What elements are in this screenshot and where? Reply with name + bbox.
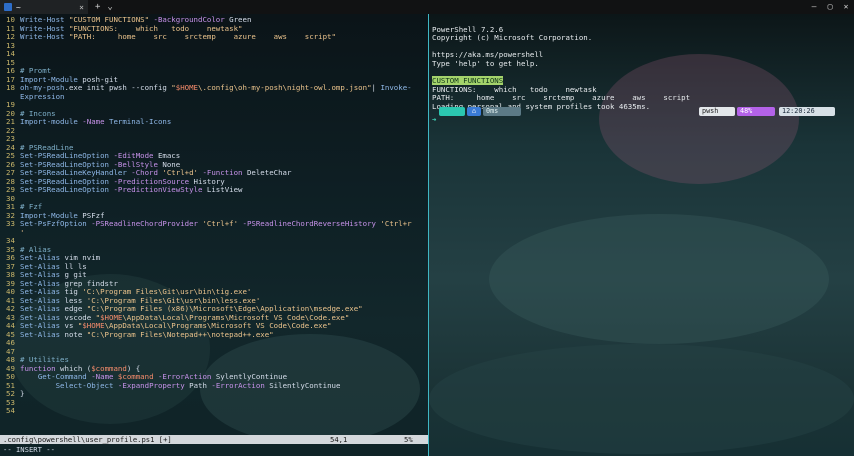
line-number: 33: [6, 219, 15, 228]
code-token: Terminal-Icons: [104, 117, 172, 126]
code-line[interactable]: 13: [6, 41, 412, 51]
tab-dropdown-button[interactable]: ⌄: [107, 2, 112, 12]
code-token: Import-module: [20, 117, 78, 126]
code-token: SilentlyContinue: [264, 380, 341, 390]
prompt-shell-name: pwsh: [699, 107, 735, 116]
code-token: }: [20, 389, 25, 398]
code-line[interactable]: 52}: [6, 389, 412, 399]
background-water: [429, 344, 854, 454]
tab-title: ~: [16, 2, 21, 12]
prompt-battery: 48%: [737, 107, 775, 116]
code-line[interactable]: ': [6, 228, 412, 238]
code-token: DeleteChar: [242, 168, 292, 177]
code-token: Set-PSReadLineOption: [20, 185, 109, 194]
terminal-line: Type 'help' to get help.: [432, 58, 539, 68]
terminal-output[interactable]: PowerShell 7.2.6 Copyright (c) Microsoft…: [432, 17, 690, 112]
code-token: "PATH: home src srctemp azure aws script…: [68, 32, 336, 41]
prompt-cursor-arrow-icon[interactable]: ➜: [432, 115, 436, 124]
powershell-icon: [4, 3, 12, 11]
minimize-button[interactable]: —: [806, 0, 822, 14]
prompt-exec-time: 0ms: [483, 107, 521, 116]
background-rock: [489, 214, 829, 344]
code-line[interactable]: 29 Set-PSReadLineOption -PredictionViewSt…: [6, 185, 412, 195]
status-filename: .config\powershell\user_profile.ps1 [+]: [3, 435, 172, 444]
home-icon: ⌂: [467, 107, 481, 116]
status-cursor-position: 54,1: [330, 435, 348, 444]
code-token: -PredictionViewStyle: [109, 185, 203, 194]
code-line[interactable]: 51 Select-Object -ExpandProperty Path -E…: [6, 380, 412, 391]
prompt-line: ⌂ 0ms pwsh 48% 12:20:26: [431, 107, 851, 117]
code-token: Expression: [20, 91, 65, 101]
code-token: Set-Alias: [20, 329, 61, 339]
status-percentage: 5%: [404, 435, 413, 444]
code-token: note: [60, 329, 87, 339]
code-line[interactable]: 45 Set-Alias note "C:\Program Files\Notep…: [6, 329, 412, 340]
code-line[interactable]: 22: [6, 126, 412, 136]
code-line[interactable]: 30: [6, 194, 412, 204]
terminal-line: Copyright (c) Microsoft Corporation.: [432, 33, 593, 43]
code-line[interactable]: 53: [6, 398, 412, 408]
code-token: -Name: [77, 117, 105, 126]
code-token: Write-Host: [20, 32, 69, 41]
code-token: Path: [184, 380, 207, 390]
vim-mode-indicator: -- INSERT --: [3, 445, 55, 454]
code-token: 'Ctrl+f': [198, 219, 239, 228]
code-token: Invoke-: [380, 83, 412, 92]
prompt-time: 12:20:26: [779, 107, 835, 116]
maximize-button[interactable]: ▢: [822, 0, 838, 14]
code-line[interactable]: 12 Write-Host "PATH: home src srctemp azu…: [6, 32, 412, 42]
code-token: 'Ctrl+r: [375, 219, 412, 228]
code-token: -PSReadlineChordReverseHistory: [238, 219, 376, 228]
code-token: -ErrorAction: [206, 380, 265, 390]
terminal-pane[interactable]: PowerShell 7.2.6 Copyright (c) Microsoft…: [429, 14, 854, 456]
code-line[interactable]: 19: [6, 100, 412, 110]
code-token: ListView: [202, 185, 243, 194]
line-number: 18: [6, 83, 15, 92]
code-line[interactable]: 34: [6, 236, 412, 246]
tab-close-icon[interactable]: ×: [79, 3, 84, 12]
tab-bar: ~ × + ⌄ — ▢ ✕: [0, 0, 854, 14]
code-buffer[interactable]: 10 Write-Host "CUSTOM FUNCTIONS" -Backgro…: [6, 15, 412, 416]
code-line[interactable]: 18 oh-my-posh.exe init pwsh --config "$HO…: [6, 83, 412, 93]
code-token: \.config\oh-my-posh\night-owl.omp.json": [198, 83, 372, 92]
close-window-button[interactable]: ✕: [838, 0, 854, 14]
code-line[interactable]: Expression: [6, 91, 412, 102]
tab-pwsh[interactable]: ~ ×: [0, 0, 88, 14]
editor-pane[interactable]: 10 Write-Host "CUSTOM FUNCTIONS" -Backgro…: [0, 14, 428, 456]
window-controls: — ▢ ✕: [806, 0, 854, 14]
code-line[interactable]: 14: [6, 49, 412, 59]
code-token: -ExpandProperty: [113, 380, 185, 390]
code-line[interactable]: 21 Import-module -Name Terminal-Icons: [6, 117, 412, 127]
code-token: -PSReadlineChordProvider: [86, 219, 198, 228]
code-token: $HOME: [175, 83, 198, 92]
code-token: "C:\Program Files\Notepad++\notepad++.ex…: [86, 329, 274, 339]
code-token: Select-Object: [55, 380, 114, 390]
code-token: Set-PsFzfOption: [20, 219, 87, 228]
prompt-os-segment: [439, 107, 465, 116]
code-line[interactable]: 33 Set-PsFzfOption -PSReadlineChordProvid…: [6, 219, 412, 229]
line-number: 54: [6, 406, 15, 415]
terminal-window: ~ × + ⌄ — ▢ ✕ 10 Write-Host "CUSTOM FUNCT…: [0, 0, 854, 456]
code-line[interactable]: 54: [6, 406, 412, 416]
new-tab-button[interactable]: +: [95, 2, 100, 12]
code-token: .exe init pwsh --config: [64, 83, 172, 92]
code-line[interactable]: 15: [6, 58, 412, 68]
code-line[interactable]: 46: [6, 338, 412, 348]
vim-status-line: .config\powershell\user_profile.ps1 [+] …: [0, 435, 428, 444]
